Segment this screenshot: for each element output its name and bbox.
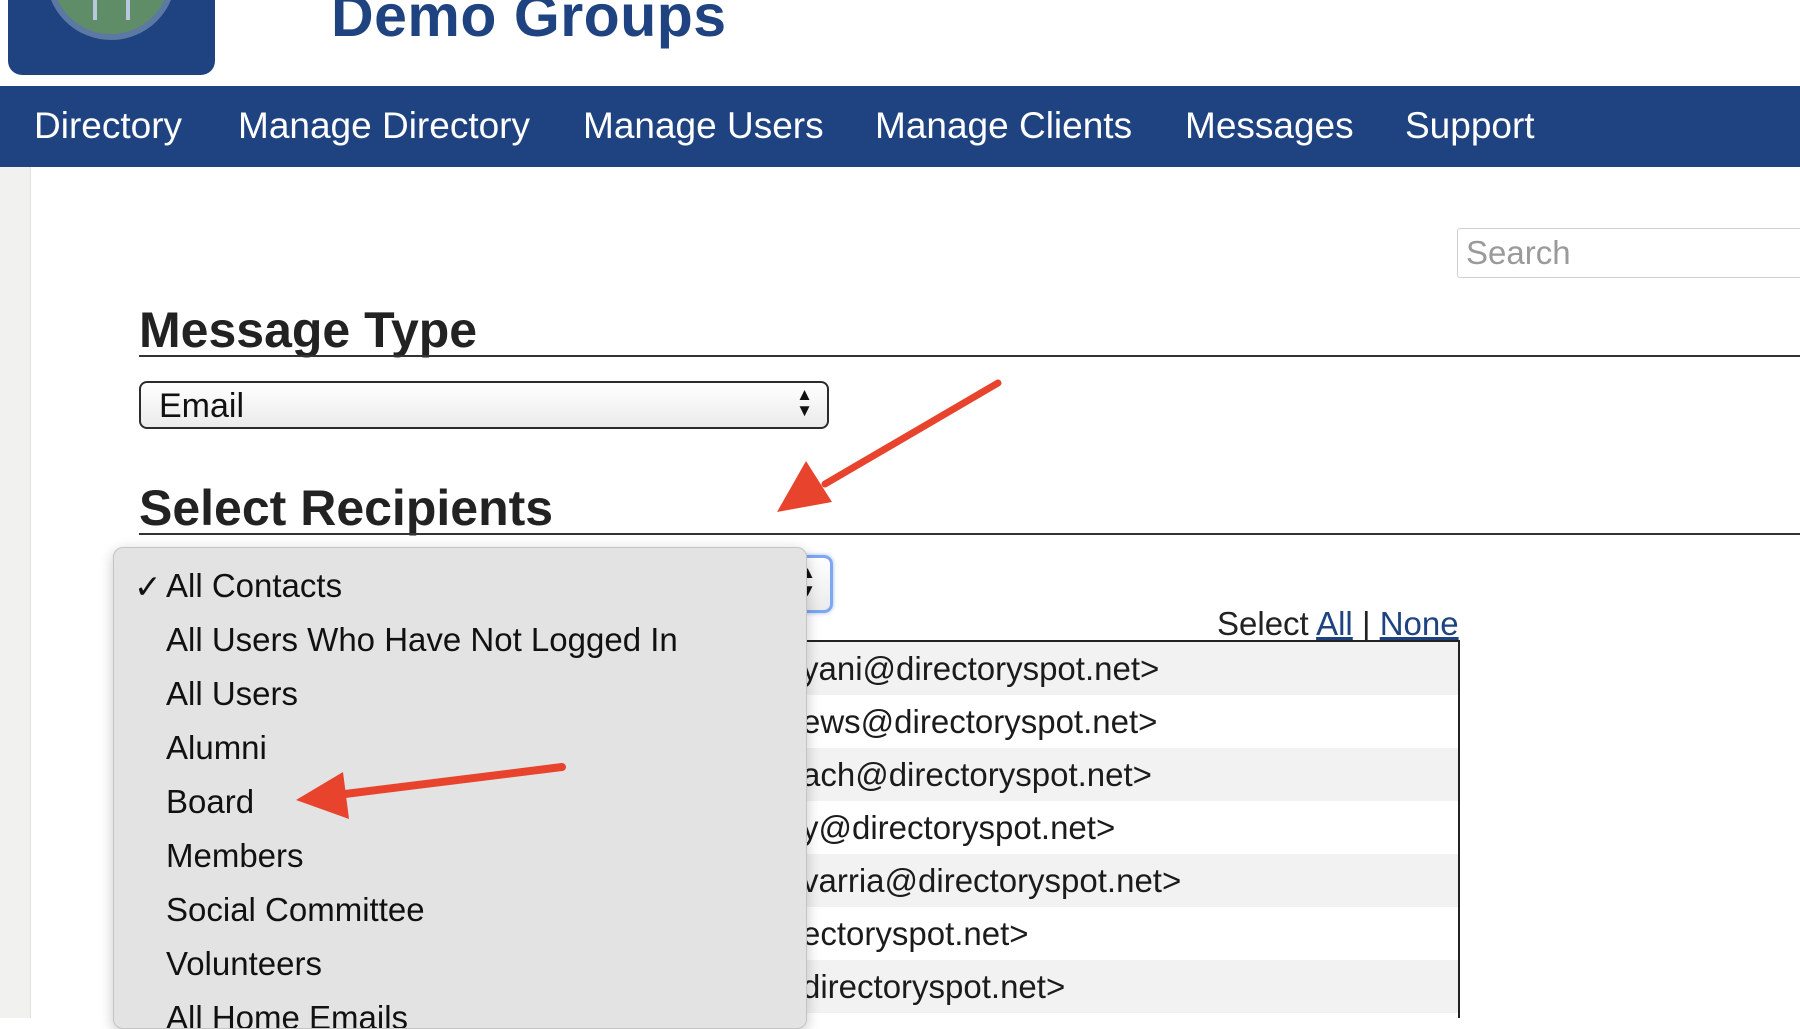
- nav-item-support[interactable]: Support: [1405, 105, 1535, 147]
- search-input[interactable]: [1457, 228, 1800, 278]
- contact-row[interactable]: directoryspot.net>: [762, 960, 1458, 1013]
- nav-item-manage-directory[interactable]: Manage Directory: [238, 105, 530, 147]
- dropdown-option-not-logged-in[interactable]: All Users Who Have Not Logged In: [166, 621, 678, 659]
- globe-icon: [46, 0, 176, 40]
- dropdown-option-social-committee[interactable]: Social Committee: [166, 891, 425, 929]
- nav-item-messages[interactable]: Messages: [1185, 105, 1354, 147]
- dropdown-option-members[interactable]: Members: [166, 837, 304, 875]
- select-all-link[interactable]: All: [1316, 605, 1353, 642]
- contact-row[interactable]: ectoryspot.net>: [762, 907, 1458, 960]
- contact-row[interactable]: y@directoryspot.net>: [762, 801, 1458, 854]
- message-type-value: Email: [159, 387, 245, 425]
- contact-row[interactable]: ews@directoryspot.net>: [762, 695, 1458, 748]
- select-arrows-icon: ▲ ▼: [796, 385, 813, 420]
- message-type-select[interactable]: Email ▲ ▼: [139, 381, 829, 429]
- contact-row[interactable]: varria@directoryspot.net>: [762, 854, 1458, 907]
- select-recipients-heading: Select Recipients: [139, 480, 554, 536]
- select-label: Select: [1217, 605, 1309, 642]
- nav-item-manage-clients[interactable]: Manage Clients: [875, 105, 1132, 147]
- site-title: Demo Groups: [331, 0, 727, 49]
- dropdown-option-all-home-emails[interactable]: All Home Emails: [166, 999, 408, 1028]
- main-navbar: Directory Manage Directory Manage Users …: [0, 86, 1800, 167]
- dropdown-option-all-contacts[interactable]: All Contacts: [166, 567, 342, 605]
- dropdown-option-volunteers[interactable]: Volunteers: [166, 945, 322, 983]
- message-type-divider: [139, 355, 1800, 357]
- checkmark-icon: ✓: [134, 568, 162, 605]
- link-separator: |: [1361, 605, 1371, 642]
- dropdown-option-board[interactable]: Board: [166, 783, 254, 821]
- select-recipients-divider: [139, 533, 1800, 535]
- nav-item-directory[interactable]: Directory: [34, 105, 182, 147]
- recipient-group-dropdown[interactable]: ✓ All Contacts All Users Who Have Not Lo…: [113, 547, 807, 1029]
- message-type-heading: Message Type: [139, 302, 478, 358]
- dropdown-option-all-users[interactable]: All Users: [166, 675, 298, 713]
- site-logo[interactable]: [8, 0, 215, 75]
- left-gutter: [0, 167, 31, 1018]
- select-all-none: Select All | None: [1217, 605, 1459, 643]
- contact-row[interactable]: yani@directoryspot.net>: [762, 642, 1458, 695]
- contact-list[interactable]: yani@directoryspot.net> ews@directoryspo…: [760, 640, 1460, 1018]
- contact-row[interactable]: ach@directoryspot.net>: [762, 748, 1458, 801]
- dropdown-option-alumni[interactable]: Alumni: [166, 729, 267, 767]
- select-none-link[interactable]: None: [1380, 605, 1459, 642]
- nav-item-manage-users[interactable]: Manage Users: [583, 105, 824, 147]
